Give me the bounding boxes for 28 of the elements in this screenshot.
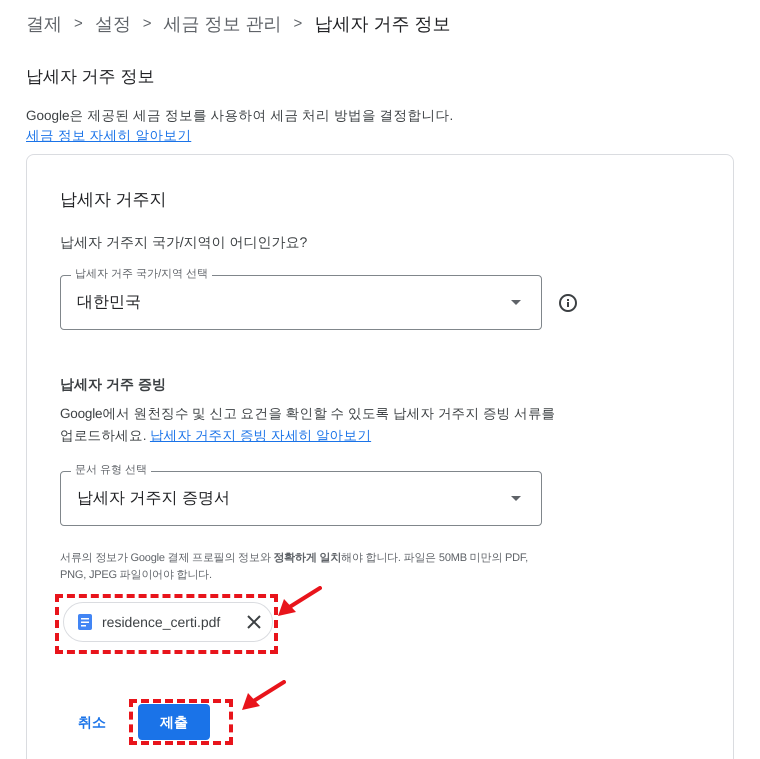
submit-button[interactable]: 제출 [138, 704, 210, 740]
page-title: 납세자 거주 정보 [25, 66, 156, 88]
file-requirements-note: 서류의 정보가 Google 결제 프로필의 정보와 정확하게 일치해야 합니다. 파일은 50MB 미만의 PDF, PNG, JPEG 파일이어야 합니다. [60, 551, 529, 583]
proof-text: Google에서 원천징수 및 신고 요건을 확인할 수 있도록 납세자 거주지 증빙 서류를 업로드하세요. 납세자 거주지 증빙 자세히 알아보기 [60, 405, 556, 445]
question-text: 납세자 거주지 국가/지역이 어디인가요? [60, 233, 308, 252]
dropdown-arrow-icon [511, 300, 521, 305]
breadcrumb-separator: > [74, 14, 83, 34]
cancel-button[interactable]: 취소 [68, 704, 116, 740]
info-icon[interactable] [558, 292, 578, 312]
file-name: residence_certi.pdf [102, 612, 220, 632]
field-value: 대한민국 [77, 292, 141, 312]
breadcrumb-item[interactable]: 결제 [26, 10, 62, 38]
learn-more-link[interactable]: 세금 정보 자세히 알아보기 [26, 128, 192, 142]
field-label: 문서 유형 선택 [71, 463, 152, 477]
breadcrumb-item: 납세자 거주 정보 [314, 12, 450, 36]
close-icon[interactable] [246, 614, 262, 630]
field-label: 납세자 거주 국가/지역 선택 [71, 267, 212, 281]
document-icon [78, 614, 92, 630]
dropdown-arrow-icon [511, 496, 521, 501]
breadcrumb-item[interactable]: 설정 [94, 10, 131, 38]
description-text: Google은 제공된 세금 정보를 사용하여 세금 처리 방법을 결정합니다. 세금 정보 자세히 알아보기 [25, 106, 454, 144]
breadcrumb-separator: > [142, 14, 152, 34]
breadcrumb-separator: > [294, 14, 302, 34]
breadcrumb-item[interactable]: 세금 정보 관리 [164, 10, 282, 38]
learn-more-link[interactable]: 납세자 거주지 증빙 자세히 알아보기 [150, 428, 372, 443]
card-title: 납세자 거주지 [60, 188, 168, 210]
field-value: 납세자 거주지 증명서 [77, 488, 230, 508]
section-heading: 납세자 거주 증빙 [60, 375, 167, 394]
